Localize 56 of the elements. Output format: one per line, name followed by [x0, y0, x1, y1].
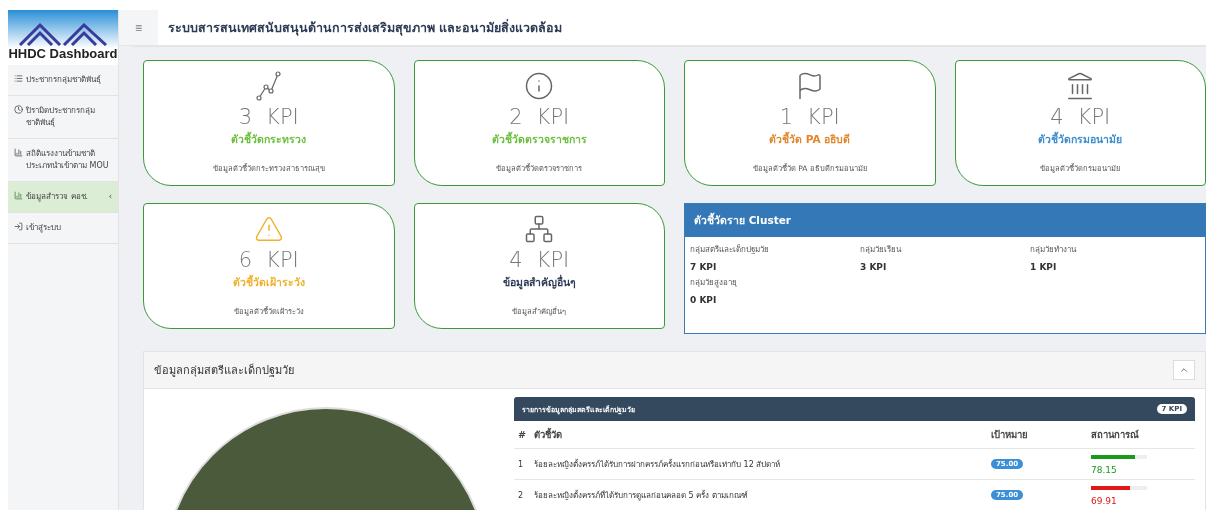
cluster-label: กลุ่มสตรีและเด็กปฐมวัย — [690, 243, 770, 256]
logo-text: HHDC Dashboard — [8, 46, 118, 61]
collapse-button[interactable] — [1173, 360, 1195, 380]
page-title: ระบบสารสนเทศสนับสนุนด้านการส่งเสริมสุขภาพ และอนามัยสิ่งแวดล้อม — [168, 18, 563, 38]
kpi-count: 4 — [509, 248, 523, 272]
kpi-unit: KPI — [266, 105, 299, 129]
cluster-label: กลุ่มวัยทำงาน — [1030, 244, 1078, 256]
cluster-value: 1 KPI — [1030, 262, 1058, 272]
info-icon — [524, 71, 555, 101]
list-icon — [14, 74, 23, 83]
result-value: 78.15 — [1091, 465, 1118, 475]
column-header: สถานการณ์ — [1091, 428, 1140, 442]
logo[interactable]: HHDC Dashboard — [8, 10, 118, 65]
cluster-label: กลุ่มวัยสูงอายุ — [690, 277, 738, 289]
column-header: # — [518, 428, 527, 442]
kpi-title: ตัวชี้วัดเฝ้าระวัง — [232, 274, 305, 290]
cluster-label: กลุ่มวัยเรียน — [860, 244, 903, 256]
chevron-up-icon — [1179, 365, 1189, 375]
indicator-name: ร้อยละหญิงตั้งครรภ์ได้รับการฝากครรภ์ครั้งแรกก่อนหรือเท่ากับ 12 สัปดาห์ — [534, 458, 782, 471]
kpi-unit: KPI — [266, 248, 299, 272]
column-header: ตัวชี้วัด — [534, 426, 563, 442]
kpi-title: ตัวชี้วัดกรมอนามัย — [1038, 131, 1123, 147]
kpi-title: ตัวชี้วัดตรวจราชการ — [491, 131, 587, 147]
kpi-count: 6 — [238, 248, 253, 272]
column-header: เป้าหมาย — [991, 428, 1029, 442]
kpi-unit: KPI — [536, 248, 570, 272]
kpi-unit: KPI — [807, 105, 840, 129]
section-title: ข้อมูลกลุ่มสตรีและเด็กปฐมวัย — [154, 362, 294, 379]
kpi-count: 1 — [779, 105, 794, 129]
kpi-count: 4 — [1050, 105, 1064, 129]
line-chart-icon — [255, 71, 282, 101]
kpi-count: 3 — [238, 105, 253, 129]
row-number: 1 — [518, 459, 525, 469]
cluster-value: 3 KPI — [860, 262, 888, 272]
bar-chart-icon — [14, 148, 23, 157]
kpi-title: ตัวชี้วัดกระทรวง — [231, 131, 307, 147]
result-value: 69.91 — [1091, 496, 1118, 506]
login-icon — [14, 222, 23, 231]
kpi-title: ข้อมูลสำคัญอื่นๆ — [502, 274, 576, 291]
cluster-value: 0 KPI — [690, 295, 718, 305]
kpi-unit: KPI — [536, 105, 570, 129]
kpi-title: ตัวชี้วัด PA อธิบดี — [769, 131, 851, 147]
row-number: 2 — [518, 490, 525, 500]
cluster-title: ตัวชี้วัดราย Cluster — [685, 204, 1205, 237]
mountains-icon — [18, 22, 108, 46]
chevron-icon: ‹ — [108, 191, 112, 203]
hierarchy-icon — [524, 214, 555, 244]
cluster-value: 7 KPI — [690, 262, 718, 272]
menu-button[interactable]: ≡ — [119, 10, 158, 45]
warning-icon — [253, 214, 284, 244]
bar-chart-icon — [14, 191, 23, 200]
clock-icon — [14, 105, 23, 114]
indicator-name: ร้อยละหญิงตั้งครรภ์ที่ได้รับการดูแลก่อนคลอด 5 ครั้ง ตามเกณฑ์ — [534, 489, 749, 502]
kpi-unit: KPI — [1077, 105, 1111, 129]
sidebar-item[interactable]: ข้อมูลสำรวจ คอช. ‹ — [8, 182, 118, 213]
kpi-count: 2 — [509, 105, 523, 129]
